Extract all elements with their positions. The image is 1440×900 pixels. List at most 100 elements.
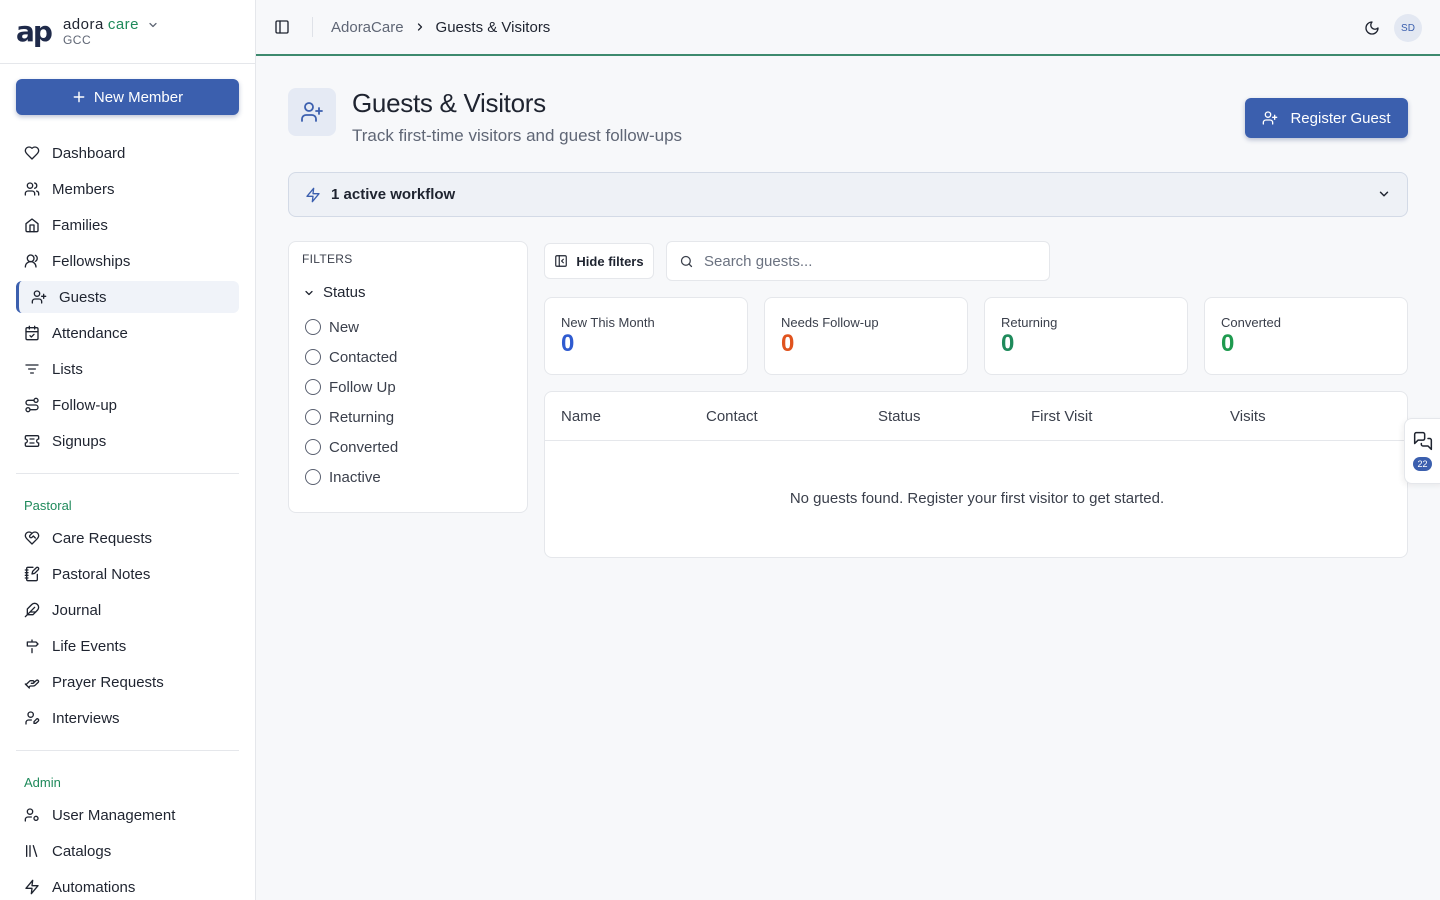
column-header-contact[interactable]: Contact: [706, 408, 758, 425]
chevron-down-icon: [149, 22, 157, 27]
page-subtitle: Track first-time visitors and guest foll…: [352, 126, 683, 145]
stat-card-converted: Converted 0: [1204, 297, 1408, 375]
user-plus-icon: [31, 290, 47, 304]
sidebar-item-label: Journal: [52, 601, 102, 619]
sidebar-item-life-events[interactable]: Life Events: [16, 630, 239, 662]
chevron-right-icon: [417, 23, 422, 31]
brand-logo: ap: [16, 14, 53, 48]
chat-tab[interactable]: 22: [1404, 418, 1440, 484]
sidebar-item-label: Lists: [52, 360, 83, 378]
sidebar-item-label: Families: [52, 216, 108, 234]
nav-divider: [16, 473, 239, 474]
users-round-icon: [24, 254, 38, 268]
sidebar-item-dashboard[interactable]: Dashboard: [16, 137, 239, 169]
sidebar-item-label: Follow-up: [52, 396, 118, 414]
home-icon: [25, 218, 39, 233]
new-member-button[interactable]: New Member: [16, 79, 239, 115]
radio-button[interactable]: [305, 409, 321, 425]
pastoral-nav: Pastoral Care Requests Pastoral Notes Jo…: [16, 496, 239, 738]
status-option-inactive[interactable]: Inactive: [305, 462, 398, 492]
search-input[interactable]: [704, 252, 1024, 270]
status-option-label: Inactive: [329, 468, 381, 486]
brand-switcher[interactable]: ap adora care GCC: [0, 0, 255, 64]
moon-icon[interactable]: [1364, 20, 1380, 36]
workflow-label: 1 active workflow: [331, 186, 456, 203]
stat-value: 0: [561, 330, 575, 357]
sidebar-item-label: Pastoral Notes: [52, 565, 151, 583]
radio-button[interactable]: [305, 439, 321, 455]
status-option-returning[interactable]: Returning: [305, 402, 398, 432]
sidebar-item-care-requests[interactable]: Care Requests: [16, 522, 239, 554]
route-icon: [25, 397, 39, 413]
notebook-pen-icon: [24, 566, 40, 582]
status-option-follow-up[interactable]: Follow Up: [305, 372, 398, 402]
sidebar-item-attendance[interactable]: Attendance: [16, 317, 239, 349]
top-bar: AdoraCare Guests & Visitors SD: [256, 0, 1440, 56]
sidebar-item-follow-up[interactable]: Follow-up: [16, 389, 239, 421]
radio-button[interactable]: [305, 349, 321, 365]
sidebar-item-label: Prayer Requests: [52, 673, 164, 691]
column-header-visits[interactable]: Visits: [1230, 408, 1266, 425]
breadcrumb-root[interactable]: AdoraCare: [331, 19, 404, 36]
main-nav: Dashboard Members Families Fellowships G…: [16, 137, 239, 461]
table-header: Name Contact Status First Visit Visits: [545, 392, 1407, 441]
library-icon: [26, 845, 38, 857]
brand-name-second: care: [107, 16, 139, 33]
status-option-contacted[interactable]: Contacted: [305, 342, 398, 372]
sidebar-item-signups[interactable]: Signups: [16, 425, 239, 457]
sidebar-item-label: Guests: [59, 288, 107, 306]
sidebar-item-label: Signups: [52, 432, 107, 450]
sidebar-item-journal[interactable]: Journal: [16, 594, 239, 626]
user-cog-icon: [24, 808, 39, 822]
stat-card-needs-follow-up: Needs Follow-up 0: [764, 297, 968, 375]
chevron-down-icon: [1379, 191, 1389, 197]
radio-button[interactable]: [305, 469, 321, 485]
sidebar-item-guests[interactable]: Guests: [16, 281, 239, 313]
sidebar-item-label: Dashboard: [52, 144, 126, 162]
sidebar: ap adora care GCC New Member Dashboard M…: [0, 0, 256, 900]
column-header-name[interactable]: Name: [561, 408, 601, 425]
sidebar-item-catalogs[interactable]: Catalogs: [16, 835, 239, 867]
workflow-banner[interactable]: 1 active workflow: [288, 172, 1408, 217]
avatar[interactable]: SD: [1394, 14, 1422, 42]
panel-left-close-icon: [555, 255, 568, 267]
sidebar-item-label: Catalogs: [52, 842, 112, 860]
stat-label: Needs Follow-up: [781, 315, 879, 330]
calendar-check-icon: [25, 325, 39, 341]
filters-title: FILTERS: [302, 252, 353, 266]
brand-name-first: adora: [62, 16, 104, 33]
sidebar-item-label: Attendance: [52, 324, 128, 342]
search-box[interactable]: [666, 241, 1050, 281]
sidebar-toggle-icon[interactable]: [274, 19, 290, 35]
feather-icon: [24, 602, 40, 618]
section-label-pastoral: Pastoral: [24, 498, 72, 513]
users-icon: [24, 182, 40, 196]
hide-filters-button[interactable]: Hide filters: [544, 243, 654, 279]
page-icon: [288, 88, 336, 136]
stat-value: 0: [1221, 330, 1235, 357]
sidebar-item-label: Automations: [52, 878, 136, 896]
status-filter-toggle[interactable]: Status: [303, 284, 366, 301]
stat-label: Returning: [1001, 315, 1058, 330]
status-option-converted[interactable]: Converted: [305, 432, 398, 462]
status-option-label: Follow Up: [329, 378, 396, 396]
sidebar-item-prayer-requests[interactable]: Prayer Requests: [16, 666, 239, 698]
status-option-new[interactable]: New: [305, 312, 398, 342]
filters-panel: FILTERS Status New Contacted Follow Up R…: [288, 241, 528, 513]
sidebar-item-automations[interactable]: Automations: [16, 871, 239, 900]
status-option-label: Converted: [329, 438, 399, 456]
radio-button[interactable]: [305, 319, 321, 335]
sidebar-item-pastoral-notes[interactable]: Pastoral Notes: [16, 558, 239, 590]
sidebar-item-families[interactable]: Families: [16, 209, 239, 241]
column-header-first-visit[interactable]: First Visit: [1031, 408, 1092, 425]
column-header-status[interactable]: Status: [878, 408, 921, 425]
sidebar-item-lists[interactable]: Lists: [16, 353, 239, 385]
sidebar-item-members[interactable]: Members: [16, 173, 239, 205]
radio-button[interactable]: [305, 379, 321, 395]
status-option-label: Contacted: [329, 348, 398, 366]
sidebar-item-interviews[interactable]: Interviews: [16, 702, 239, 734]
register-guest-button[interactable]: Register Guest: [1245, 98, 1408, 138]
sidebar-item-fellowships[interactable]: Fellowships: [16, 245, 239, 277]
sidebar-item-user-management[interactable]: User Management: [16, 799, 239, 831]
stat-label: New This Month: [561, 315, 655, 330]
